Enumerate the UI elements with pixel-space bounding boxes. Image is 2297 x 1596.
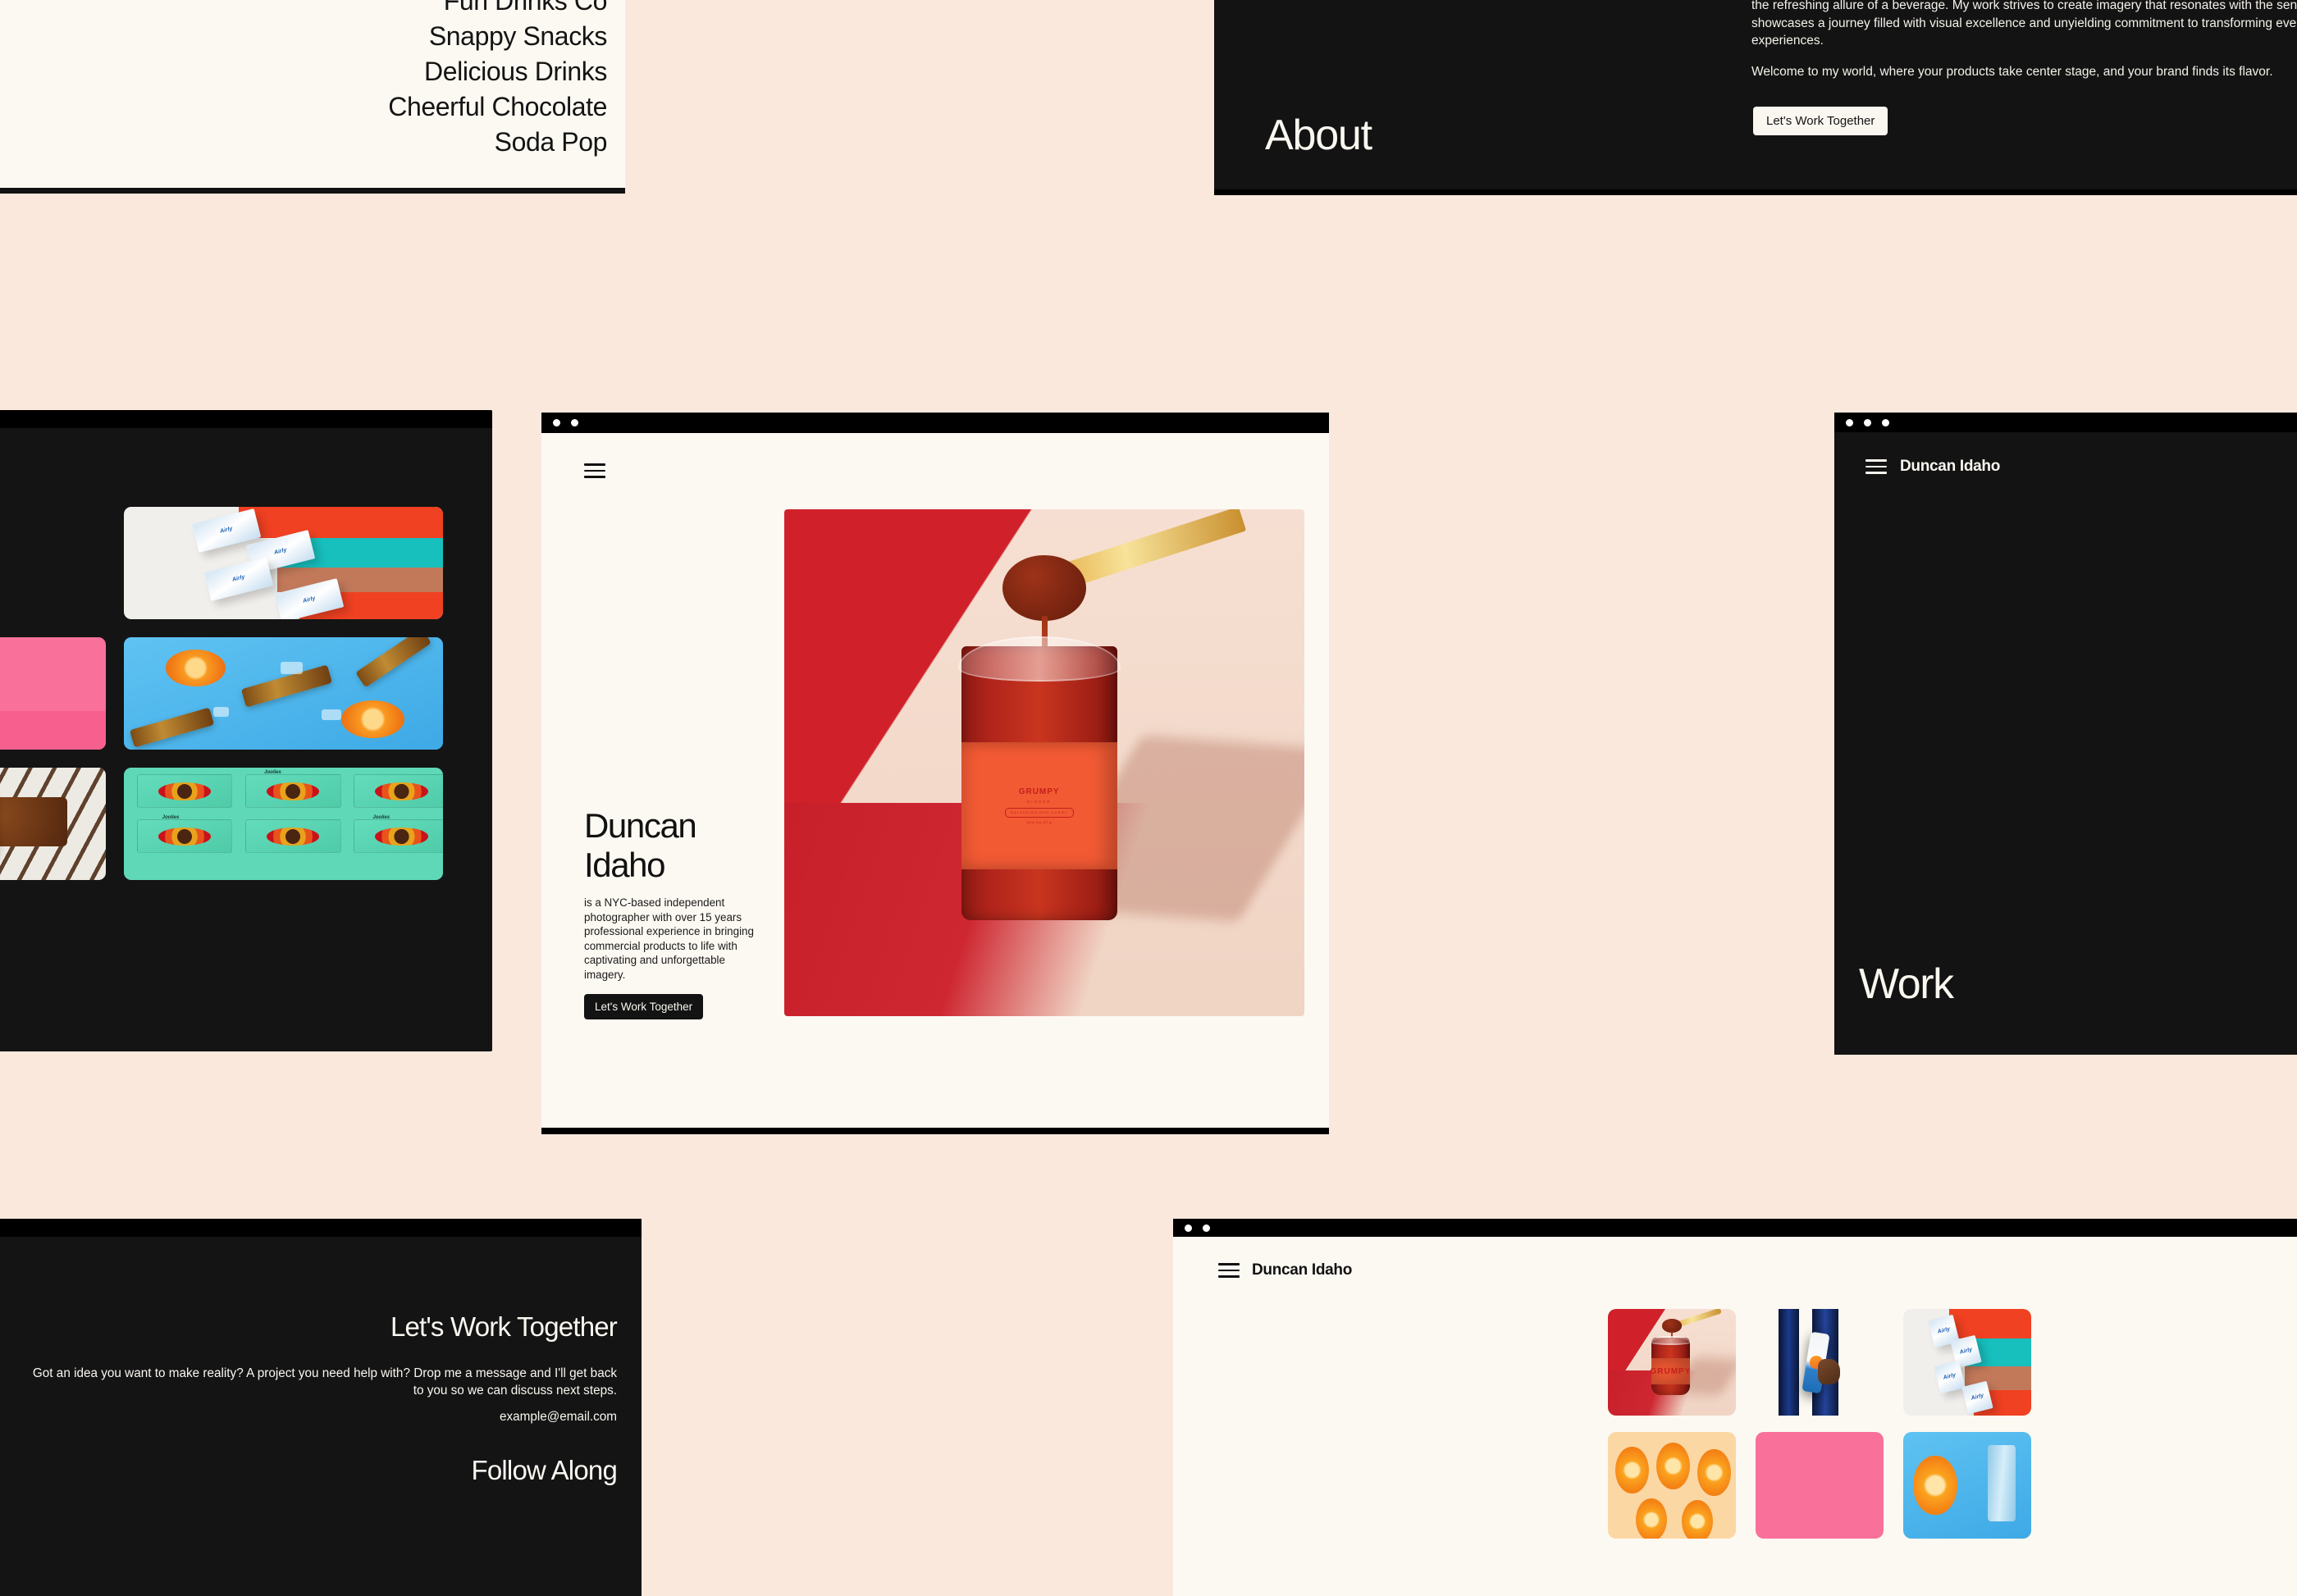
- window-dot[interactable]: [1185, 1224, 1192, 1232]
- about-copy: the refreshing allure of a beverage. My …: [1751, 0, 2297, 93]
- gallery-image-grid: GRUMPY Airly Airly Airly Airly: [1608, 1309, 2297, 1539]
- window-titlebar: [0, 1219, 642, 1237]
- work-panel-heading: Work: [1859, 960, 1954, 1008]
- work-tile-pink-cookie-scene[interactable]: [0, 637, 106, 750]
- about-panel: the refreshing allure of a beverage. My …: [1214, 0, 2297, 195]
- work-grid-panel: AirlyAirlyAirlyAirly BeastENERGYCOOKIE: [0, 410, 492, 1051]
- contact-panel: uncan Idaho Let's Work Together Got an i…: [0, 1219, 642, 1596]
- list-item[interactable]: Snappy Snacks: [388, 19, 608, 54]
- hamburger-icon: [584, 463, 605, 478]
- jar-label-sub: GINGER: [1026, 800, 1052, 805]
- nav-brand[interactable]: Duncan Idaho: [1252, 1261, 1352, 1279]
- contact-heading: Let's Work Together: [390, 1311, 618, 1342]
- window-dot[interactable]: [1882, 418, 1889, 426]
- clients-panel: Fun Drinks Co Snappy Snacks Delicious Dr…: [0, 0, 625, 194]
- gallery-tile-can-in-blue-curtain[interactable]: [1756, 1309, 1884, 1416]
- about-paragraph: the refreshing allure of a beverage. My …: [1751, 0, 2297, 48]
- about-panel-heading: About: [1265, 112, 1372, 159]
- window-dot[interactable]: [571, 419, 578, 426]
- page-title-line1: Duncan: [584, 806, 697, 845]
- work-tile-joolies-dates-pattern[interactable]: Joolies Joolies Joolies: [124, 768, 443, 880]
- nav-brand[interactable]: Duncan Idaho: [1900, 458, 2000, 476]
- gallery-tile-orange-on-blue[interactable]: [1903, 1432, 2031, 1539]
- email-link[interactable]: example@email.com: [26, 1410, 617, 1425]
- hero-text-block: Duncan Idaho is a NYC-based independent …: [584, 806, 769, 1019]
- hamburger-icon[interactable]: [1865, 459, 1887, 474]
- lets-work-together-button[interactable]: Let's Work Together: [1753, 107, 1888, 135]
- hero-image-grumpy-ginger-jar[interactable]: GRUMPY GINGER MALAYSIAN RED CURRY Net wt…: [784, 509, 1304, 1016]
- jar-label-brand: GRUMPY: [1018, 787, 1060, 796]
- work-panel: Duncan Idaho Work: [1834, 413, 2297, 1055]
- jar-label: GRUMPY GINGER MALAYSIAN RED CURRY Net wt…: [961, 742, 1117, 869]
- window-dot[interactable]: [1864, 418, 1871, 426]
- about-paragraph: Welcome to my world, where your products…: [1751, 64, 2273, 79]
- jar-label-net-weight: Net wt. 8 oz. (227 g): [1026, 821, 1052, 825]
- lets-work-together-button[interactable]: Let's Work Together: [584, 994, 704, 1019]
- list-item[interactable]: Cheerful Chocolate: [388, 89, 607, 125]
- list-item[interactable]: Fun Drinks Co: [388, 0, 608, 19]
- contact-body: Let's Work Together Got an idea you want…: [26, 1311, 618, 1486]
- page-title: Duncan Idaho: [584, 806, 769, 885]
- site-header: Duncan Idaho: [1865, 458, 2000, 476]
- client-list: Fun Drinks Co Snappy Snacks Delicious Dr…: [388, 0, 607, 160]
- work-tile-can-in-blue-curtain[interactable]: [0, 507, 106, 619]
- gallery-tile-orange-slices-cream[interactable]: [1608, 1432, 1736, 1539]
- contact-message: Got an idea you want to make reality? A …: [32, 1366, 617, 1398]
- window-dot[interactable]: [1203, 1224, 1210, 1232]
- hero-browser-window: GRUMPY GINGER MALAYSIAN RED CURRY Net wt…: [541, 413, 1329, 1134]
- window-titlebar: [541, 413, 1329, 433]
- work-image-grid: AirlyAirlyAirlyAirly BeastENERGYCOOKIE: [0, 507, 492, 880]
- bio-text: is a NYC-based independent photographer …: [584, 896, 754, 981]
- window-titlebar: [1834, 413, 2297, 432]
- work-tile-ginger-beer-on-blue[interactable]: [124, 637, 443, 750]
- gallery-tile-pink-flat-scene[interactable]: [1756, 1432, 1884, 1539]
- window-titlebar: [0, 410, 492, 428]
- gallery-panel: Duncan Idaho GRUMPY Airly Airly Airly Airly: [1173, 1219, 2297, 1596]
- window-titlebar: [1173, 1219, 2297, 1237]
- gallery-tile-grumpy-ginger-jar[interactable]: GRUMPY: [1608, 1309, 1736, 1416]
- work-tile-airly-cereal-boxes[interactable]: Airly Airly Airly Airly: [124, 507, 443, 619]
- window-dot[interactable]: [553, 419, 560, 426]
- site-header: Duncan Idaho: [1218, 1261, 1352, 1279]
- jar-label-variant: MALAYSIAN RED CURRY: [1004, 807, 1074, 818]
- window-dot[interactable]: [1846, 418, 1853, 426]
- work-tile-beast-energy-cookie[interactable]: BeastENERGYCOOKIE: [0, 768, 106, 880]
- gallery-tile-airly-cereal-boxes[interactable]: Airly Airly Airly Airly: [1903, 1309, 2031, 1416]
- page-title-line2: Idaho: [584, 846, 666, 884]
- list-item[interactable]: Soda Pop: [388, 125, 608, 160]
- list-item[interactable]: Delicious Drinks: [388, 54, 607, 89]
- follow-heading: Follow Along: [471, 1455, 617, 1485]
- hamburger-icon[interactable]: [1218, 1263, 1240, 1278]
- menu-button[interactable]: [584, 463, 605, 482]
